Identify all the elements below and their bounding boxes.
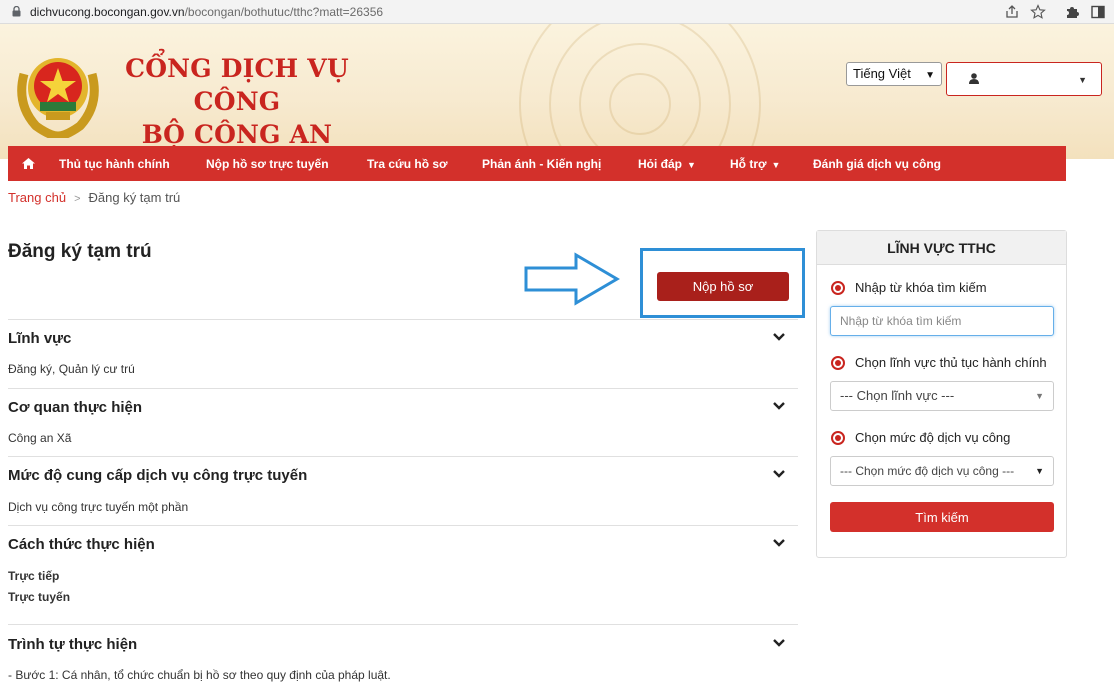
section-title: Trình tự thực hiện bbox=[8, 636, 138, 653]
main-navigation: Thủ tục hành chính Nộp hồ sơ trực tuyến … bbox=[8, 146, 1066, 181]
search-button[interactable]: Tìm kiếm bbox=[830, 502, 1054, 532]
breadcrumb: Trang chủ > Đăng ký tạm trú bbox=[8, 190, 180, 205]
nav-item-nop-ho-so[interactable]: Nộp hồ sơ trực tuyến bbox=[206, 157, 329, 171]
service-level-select[interactable]: --- Chọn mức độ dịch vụ công --- ▼ bbox=[830, 456, 1054, 486]
nav-home[interactable] bbox=[8, 146, 48, 181]
nav-item-ho-tro[interactable]: Hỗ trợ ▼ bbox=[730, 157, 780, 171]
site-title-line1: CỔNG DỊCH VỤ CÔNG bbox=[125, 54, 349, 116]
chevron-down-icon: ▼ bbox=[925, 70, 935, 81]
chevron-down-icon[interactable] bbox=[772, 638, 786, 648]
section-body: Đăng ký, Quản lý cư trú bbox=[8, 362, 135, 376]
language-select[interactable]: Tiếng Việt ▼ bbox=[846, 62, 942, 86]
arrow-right-icon bbox=[524, 252, 620, 306]
page-title: Đăng ký tạm trú bbox=[8, 241, 152, 262]
side-panel-icon[interactable] bbox=[1090, 4, 1106, 20]
drum-pattern-decoration bbox=[519, 24, 761, 159]
section-title: Lĩnh vực bbox=[8, 330, 72, 347]
chevron-down-icon[interactable] bbox=[772, 332, 786, 342]
share-icon[interactable] bbox=[1004, 4, 1020, 20]
breadcrumb-separator: > bbox=[74, 193, 81, 205]
nav-item-hoi-dap[interactable]: Hỏi đáp ▼ bbox=[638, 157, 696, 171]
panel-heading: LĨNH VỰC TTHC bbox=[817, 231, 1066, 265]
section-title: Cơ quan thực hiện bbox=[8, 399, 143, 416]
caret-down-icon: ▼ bbox=[687, 160, 696, 170]
police-emblem-logo bbox=[17, 58, 99, 138]
radio-selected-icon[interactable] bbox=[831, 430, 845, 445]
radio-selected-icon[interactable] bbox=[831, 280, 845, 295]
caret-down-icon: ▼ bbox=[771, 160, 781, 170]
section-muc-do[interactable]: Mức độ cung cấp dịch vụ công trực tuyến … bbox=[8, 456, 798, 525]
chevron-down-icon: ▼ bbox=[1035, 466, 1044, 476]
site-title[interactable]: CỔNG DỊCH VỤ CÔNG BỘ CÔNG AN bbox=[122, 52, 352, 151]
nav-item-danh-gia[interactable]: Đánh giá dịch vụ công bbox=[813, 157, 941, 171]
radio-service-level[interactable]: Chọn mức độ dịch vụ công bbox=[831, 430, 1010, 445]
section-body: Trực tiếp bbox=[8, 569, 60, 583]
section-linh-vuc[interactable]: Lĩnh vực Đăng ký, Quản lý cư trú bbox=[8, 319, 798, 388]
chevron-down-icon[interactable] bbox=[772, 469, 786, 479]
radio-field[interactable]: Chọn lĩnh vực thủ tục hành chính bbox=[831, 355, 1047, 370]
section-title: Mức độ cung cấp dịch vụ công trực tuyến bbox=[8, 467, 308, 484]
caret-down-icon: ▼ bbox=[1035, 391, 1044, 401]
user-account-dropdown[interactable]: ▼ bbox=[946, 62, 1102, 96]
chevron-down-icon[interactable] bbox=[772, 401, 786, 411]
breadcrumb-current: Đăng ký tạm trú bbox=[88, 190, 181, 205]
section-trinh-tu[interactable]: Trình tự thực hiện - Bước 1: Cá nhân, tổ… bbox=[8, 624, 798, 688]
lock-icon bbox=[12, 6, 21, 17]
tthc-filter-panel: LĨNH VỰC TTHC Nhập từ khóa tìm kiếm Nhập… bbox=[816, 230, 1067, 558]
chevron-down-icon[interactable] bbox=[772, 538, 786, 548]
section-body: - Bước 1: Cá nhân, tổ chức chuẩn bị hồ s… bbox=[8, 668, 391, 682]
section-body: Dịch vụ công trực tuyến một phần bbox=[8, 500, 189, 514]
site-header: CỔNG DỊCH VỤ CÔNG BỘ CÔNG AN Tiếng Việt … bbox=[0, 24, 1114, 159]
section-body: Công an Xã bbox=[8, 431, 72, 445]
home-icon bbox=[21, 158, 35, 169]
nav-item-phan-anh[interactable]: Phản ánh - Kiến nghị bbox=[482, 157, 601, 171]
keyword-search-input[interactable]: Nhập từ khóa tìm kiếm bbox=[830, 306, 1054, 336]
caret-down-icon: ▼ bbox=[1078, 75, 1087, 85]
extensions-puzzle-icon[interactable] bbox=[1064, 4, 1080, 20]
field-select[interactable]: --- Chọn lĩnh vực --- ▼ bbox=[830, 381, 1054, 411]
section-body: Trực tuyến bbox=[8, 590, 71, 604]
radio-selected-icon[interactable] bbox=[831, 355, 845, 370]
address-url[interactable]: dichvucong.bocongan.gov.vn/bocongan/both… bbox=[30, 5, 383, 19]
bookmark-star-icon[interactable] bbox=[1030, 4, 1046, 20]
submit-application-button[interactable]: Nộp hồ sơ bbox=[657, 272, 789, 301]
nav-item-tra-cuu[interactable]: Tra cứu hồ sơ bbox=[367, 157, 448, 171]
section-co-quan[interactable]: Cơ quan thực hiện Công an Xã bbox=[8, 388, 798, 456]
nav-item-thu-tuc[interactable]: Thủ tục hành chính bbox=[59, 157, 170, 171]
breadcrumb-home-link[interactable]: Trang chủ bbox=[8, 190, 66, 205]
user-icon bbox=[969, 73, 979, 84]
radio-keyword[interactable]: Nhập từ khóa tìm kiếm bbox=[831, 280, 987, 295]
section-title: Cách thức thực hiện bbox=[8, 536, 155, 553]
browser-address-bar: dichvucong.bocongan.gov.vn/bocongan/both… bbox=[0, 0, 1114, 24]
section-cach-thuc[interactable]: Cách thức thực hiện Trực tiếp Trực tuyến bbox=[8, 525, 798, 624]
